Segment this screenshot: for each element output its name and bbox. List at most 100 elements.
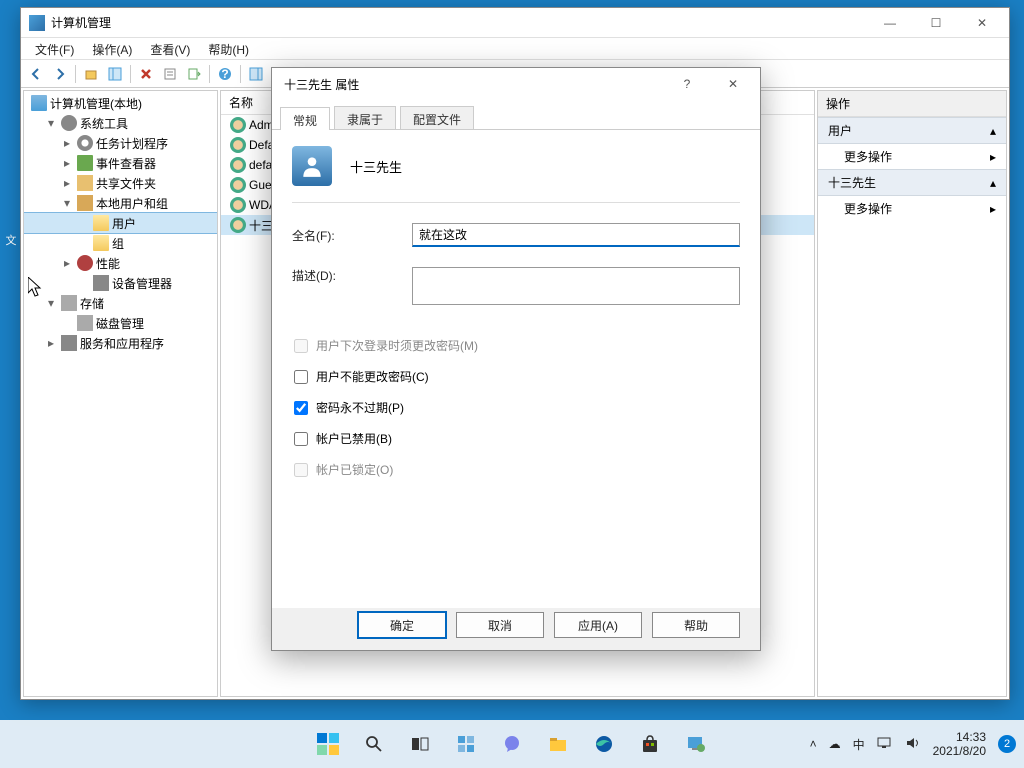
menu-file[interactable]: 文件(F)	[27, 40, 82, 57]
tab-general[interactable]: 常规	[280, 107, 330, 130]
tree-item[interactable]: 组	[24, 233, 217, 253]
tree-item[interactable]: 设备管理器	[24, 273, 217, 293]
tree-root[interactable]: 计算机管理(本地)	[24, 93, 217, 113]
tree-item[interactable]: 磁盘管理	[24, 313, 217, 333]
store-button[interactable]	[630, 724, 670, 764]
description-input[interactable]	[412, 267, 740, 305]
desktop-icon-text: 文	[2, 232, 20, 248]
tray-clock[interactable]: 14:33 2021/8/20	[933, 730, 986, 759]
widgets-button[interactable]	[446, 724, 486, 764]
checkbox	[294, 339, 308, 353]
properties-button[interactable]	[159, 63, 181, 85]
app-icon	[29, 15, 45, 31]
export-button[interactable]	[183, 63, 205, 85]
tray-onedrive-icon[interactable]: ☁	[829, 737, 841, 751]
user-icon	[230, 117, 246, 133]
tab-memberof[interactable]: 隶属于	[334, 106, 396, 129]
dialog-help-button[interactable]: ?	[664, 69, 710, 99]
apply-button[interactable]: 应用(A)	[554, 612, 642, 638]
close-button[interactable]: ✕	[959, 8, 1005, 38]
checkbox[interactable]	[294, 432, 308, 446]
explorer-button[interactable]	[538, 724, 578, 764]
tree-item[interactable]: 用户	[24, 213, 217, 233]
dialog-titlebar: 十三先生 属性 ? ✕	[272, 68, 760, 100]
disk-icon	[61, 295, 77, 311]
checkbox[interactable]	[294, 370, 308, 384]
arrow-right-icon: ▸	[990, 150, 996, 164]
dialog-title: 十三先生 属性	[284, 76, 359, 93]
search-button[interactable]	[354, 724, 394, 764]
fullname-input[interactable]	[412, 223, 740, 247]
tree-item[interactable]: ▾存储	[24, 293, 217, 313]
action-more-1[interactable]: 更多操作 ▸	[818, 144, 1006, 169]
checkbox-row[interactable]: 密码永不过期(P)	[292, 399, 740, 416]
action-panel-header: 操作	[818, 91, 1006, 117]
expand-icon[interactable]: ▾	[60, 196, 74, 210]
folder-icon	[93, 235, 109, 251]
tab-profile[interactable]: 配置文件	[400, 106, 474, 129]
minimize-button[interactable]: —	[867, 8, 913, 38]
action-more-2[interactable]: 更多操作 ▸	[818, 196, 1006, 221]
titlebar: 计算机管理 — ☐ ✕	[21, 8, 1009, 38]
tool-icon	[61, 115, 77, 131]
help-button[interactable]: ?	[214, 63, 236, 85]
menu-help[interactable]: 帮助(H)	[200, 40, 257, 57]
checkbox[interactable]	[294, 401, 308, 415]
expand-icon[interactable]: ▸	[60, 156, 74, 170]
expand-icon[interactable]: ▸	[44, 336, 58, 350]
expand-icon[interactable]: ▸	[60, 176, 74, 190]
up-button[interactable]	[80, 63, 102, 85]
help-button[interactable]: 帮助	[652, 612, 740, 638]
perf-icon	[77, 255, 93, 271]
user-icon	[230, 217, 246, 233]
tray-network-icon[interactable]	[877, 736, 893, 753]
menu-action[interactable]: 操作(A)	[84, 40, 140, 57]
checkbox-row: 帐户已锁定(O)	[292, 461, 740, 478]
notification-badge[interactable]: 2	[998, 735, 1016, 753]
menu-view[interactable]: 查看(V)	[142, 40, 198, 57]
user-icon	[230, 197, 246, 213]
show-hide-tree-button[interactable]	[104, 63, 126, 85]
action-section-user[interactable]: 十三先生 ▴	[818, 169, 1006, 196]
checkbox-row[interactable]: 用户不能更改密码(C)	[292, 368, 740, 385]
taskbar-app-compmgmt[interactable]	[676, 724, 716, 764]
tree-item[interactable]: ▸任务计划程序	[24, 133, 217, 153]
forward-button[interactable]	[49, 63, 71, 85]
expand-icon[interactable]: ▾	[44, 116, 58, 130]
expand-icon[interactable]: ▸	[60, 136, 74, 150]
tree-item[interactable]: ▸性能	[24, 253, 217, 273]
disk-icon	[77, 315, 93, 331]
dialog-close-button[interactable]: ✕	[710, 69, 756, 99]
expand-icon[interactable]: ▾	[44, 296, 58, 310]
tray-ime[interactable]: 中	[853, 736, 865, 753]
username-display: 十三先生	[350, 157, 402, 176]
navigation-tree[interactable]: 计算机管理(本地) ▾系统工具▸任务计划程序▸事件查看器▸共享文件夹▾本地用户和…	[23, 90, 218, 697]
delete-button[interactable]	[135, 63, 157, 85]
tray-chevron-icon[interactable]: ˄	[810, 737, 817, 751]
tree-item[interactable]: ▾本地用户和组	[24, 193, 217, 213]
edge-button[interactable]	[584, 724, 624, 764]
expand-icon[interactable]: ▸	[60, 256, 74, 270]
task-view-button[interactable]	[400, 724, 440, 764]
tree-item[interactable]: ▸共享文件夹	[24, 173, 217, 193]
action-section-users[interactable]: 用户 ▴	[818, 117, 1006, 144]
user-properties-dialog: 十三先生 属性 ? ✕ 常规 隶属于 配置文件 十三先生 全名(F): 描述(D…	[271, 67, 761, 651]
start-button[interactable]	[308, 724, 348, 764]
tree-item[interactable]: ▾系统工具	[24, 113, 217, 133]
tree-item[interactable]: ▸服务和应用程序	[24, 333, 217, 353]
checkbox-row[interactable]: 帐户已禁用(B)	[292, 430, 740, 447]
back-button[interactable]	[25, 63, 47, 85]
tab-strip: 常规 隶属于 配置文件	[272, 100, 760, 130]
tray-volume-icon[interactable]	[905, 736, 921, 753]
tree-item[interactable]: ▸事件查看器	[24, 153, 217, 173]
maximize-button[interactable]: ☐	[913, 8, 959, 38]
user-icon	[230, 157, 246, 173]
checkbox-row: 用户下次登录时须更改密码(M)	[292, 337, 740, 354]
dev-icon	[93, 275, 109, 291]
chat-button[interactable]	[492, 724, 532, 764]
description-label: 描述(D):	[292, 267, 412, 284]
show-action-pane-button[interactable]	[245, 63, 267, 85]
svc-icon	[61, 335, 77, 351]
cancel-button[interactable]: 取消	[456, 612, 544, 638]
ok-button[interactable]: 确定	[358, 612, 446, 638]
